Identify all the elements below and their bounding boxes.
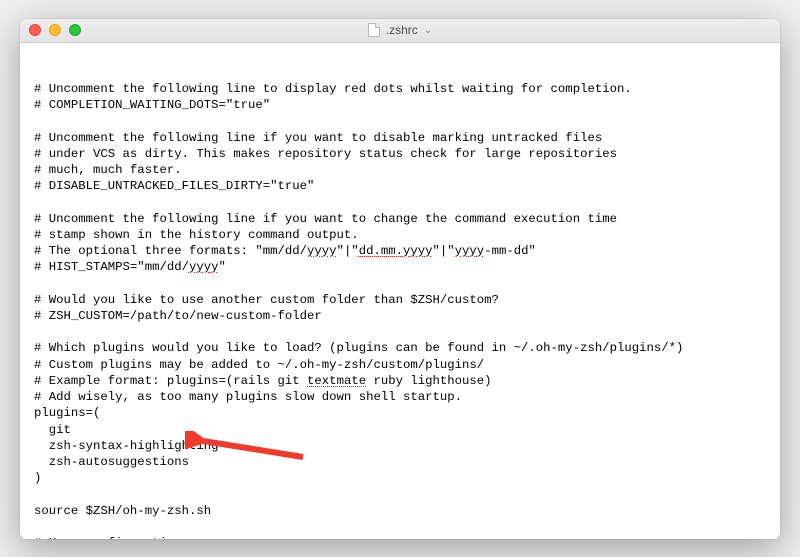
code-line: # Which plugins would you like to load? … [34,341,683,355]
code-line: # Uncomment the following line to displa… [34,82,632,96]
code-line: # much, much faster. [34,163,182,177]
code-line: # Example format: plugins=(rails git tex… [34,374,492,388]
code-line: # DISABLE_UNTRACKED_FILES_DIRTY="true" [34,179,314,193]
editor-window: .zshrc ⌄ # Uncomment the following line … [20,19,780,539]
code-line: # Uncomment the following line if you wa… [34,131,602,145]
filename-label: .zshrc [386,23,418,37]
code-line: # Custom plugins may be added to ~/.oh-m… [34,358,484,372]
code-line: # User configuration [34,536,182,538]
zoom-icon[interactable] [69,24,81,36]
window-title: .zshrc ⌄ [20,23,780,37]
code-line: # ZSH_CUSTOM=/path/to/new-custom-folder [34,309,322,323]
minimize-icon[interactable] [49,24,61,36]
code-line: # HIST_STAMPS="mm/dd/yyyy" [34,260,226,274]
code-line: # The optional three formats: "mm/dd/yyy… [34,244,536,258]
document-icon [368,23,380,37]
spellcheck-mark: dd.mm.yyyy [359,244,433,258]
code-line: zsh-syntax-highlighting [34,439,218,453]
code-line: zsh-autosuggestions [34,455,189,469]
chevron-down-icon[interactable]: ⌄ [424,25,432,36]
spellcheck-mark: yyyy [455,244,485,258]
code-line: # under VCS as dirty. This makes reposit… [34,147,617,161]
text-editor[interactable]: # Uncomment the following line to displa… [20,43,780,539]
code-line: # Would you like to use another custom f… [34,293,499,307]
spellcheck-mark: textmate [307,374,366,388]
spellcheck-mark: yyyy [189,260,219,274]
spellcheck-mark: yyyy [307,244,337,258]
titlebar[interactable]: .zshrc ⌄ [20,19,780,43]
code-line: ) [34,471,41,485]
code-line: git [34,423,71,437]
code-line: source $ZSH/oh-my-zsh.sh [34,504,211,518]
close-icon[interactable] [29,24,41,36]
traffic-lights [20,24,81,36]
code-line: # stamp shown in the history command out… [34,228,359,242]
code-line: # Add wisely, as too many plugins slow d… [34,390,462,404]
code-line: # COMPLETION_WAITING_DOTS="true" [34,98,270,112]
code-line: plugins=( [34,406,100,420]
code-line: # Uncomment the following line if you wa… [34,212,617,226]
